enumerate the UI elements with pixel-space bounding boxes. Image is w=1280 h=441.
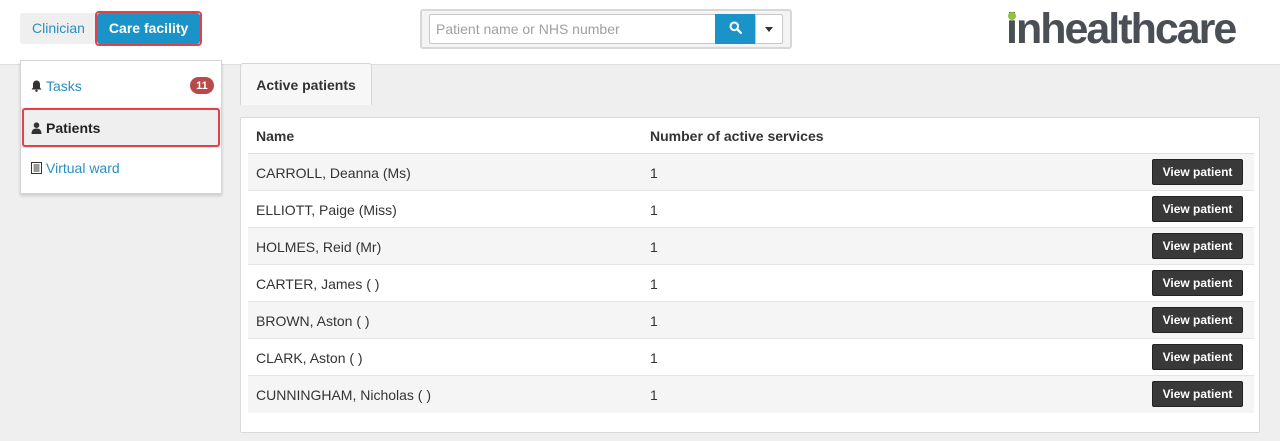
- care-facility-wrap: Care facility: [94, 11, 203, 46]
- column-header-name: Name: [256, 128, 295, 144]
- user-icon: [30, 121, 42, 134]
- table-row: BROWN, Aston ( ) 1 View patient: [248, 302, 1254, 339]
- sidebar-item-label: Virtual ward: [46, 159, 120, 176]
- search-options-button[interactable]: [755, 14, 783, 44]
- patient-name: HOLMES, Reid (Mr): [256, 239, 382, 255]
- care-facility-button[interactable]: Care facility: [96, 13, 201, 44]
- sidebar-item-tasks[interactable]: Tasks 11: [21, 65, 221, 106]
- table-header: Name Number of active services: [248, 118, 1254, 154]
- table-row: ELLIOTT, Paige (Miss) 1 View patient: [248, 191, 1254, 228]
- sidebar-menu: Tasks 11 Patients Virtual ward: [20, 60, 222, 194]
- active-services-count: 1: [650, 165, 658, 181]
- table-row: CARROLL, Deanna (Ms) 1 View patient: [248, 154, 1254, 191]
- active-services-count: 1: [650, 387, 658, 403]
- patient-search: [420, 9, 792, 49]
- patient-name: CARROLL, Deanna (Ms): [256, 165, 411, 181]
- view-patient-button[interactable]: View patient: [1152, 307, 1243, 333]
- sidebar-item-label: Patients: [46, 119, 101, 136]
- view-patient-button[interactable]: View patient: [1152, 233, 1243, 259]
- view-patient-button[interactable]: View patient: [1152, 196, 1243, 222]
- active-services-count: 1: [650, 202, 658, 218]
- active-patients-panel: Name Number of active services CARROLL, …: [240, 117, 1260, 433]
- logo-text: inhealthcare: [1006, 5, 1237, 53]
- search-input[interactable]: [429, 14, 715, 44]
- active-services-count: 1: [650, 350, 658, 366]
- view-patient-button[interactable]: View patient: [1152, 344, 1243, 370]
- patient-name: ELLIOTT, Paige (Miss): [256, 202, 397, 218]
- search-icon: [729, 21, 742, 37]
- patient-name: CLARK, Aston ( ): [256, 350, 363, 366]
- logo: inhealthcare: [1006, 6, 1262, 52]
- patient-name: BROWN, Aston ( ): [256, 313, 370, 329]
- tab-active-patients[interactable]: Active patients: [240, 63, 372, 105]
- search-button[interactable]: [715, 14, 755, 44]
- patient-name: CARTER, James ( ): [256, 276, 380, 292]
- view-patient-button[interactable]: View patient: [1152, 159, 1243, 185]
- sidebar-item-label: Tasks: [46, 77, 82, 94]
- view-patient-button[interactable]: View patient: [1152, 381, 1243, 407]
- view-patient-button[interactable]: View patient: [1152, 270, 1243, 296]
- sidebar-item-patients[interactable]: Patients: [21, 107, 221, 148]
- active-services-count: 1: [650, 276, 658, 292]
- app-page: Clinician Care facility inhealthcare Act…: [0, 0, 1280, 441]
- patient-name: CUNNINGHAM, Nicholas ( ): [256, 387, 432, 403]
- caret-down-icon: [765, 26, 773, 32]
- list-icon: [30, 161, 42, 174]
- table-row: CLARK, Aston ( ) 1 View patient: [248, 339, 1254, 376]
- logo-dot: [1008, 12, 1016, 20]
- column-header-services: Number of active services: [650, 128, 824, 144]
- active-services-count: 1: [650, 239, 658, 255]
- bell-icon: [30, 80, 42, 92]
- sidebar-item-virtual-ward[interactable]: Virtual ward: [21, 147, 221, 188]
- clinician-button[interactable]: Clinician: [20, 13, 97, 44]
- table-row: CARTER, James ( ) 1 View patient: [248, 265, 1254, 302]
- role-switch: Clinician Care facility: [20, 11, 203, 46]
- active-services-count: 1: [650, 313, 658, 329]
- tasks-count-badge: 11: [190, 77, 214, 94]
- table-row: HOLMES, Reid (Mr) 1 View patient: [248, 228, 1254, 265]
- table-row: CUNNINGHAM, Nicholas ( ) 1 View patient: [248, 376, 1254, 413]
